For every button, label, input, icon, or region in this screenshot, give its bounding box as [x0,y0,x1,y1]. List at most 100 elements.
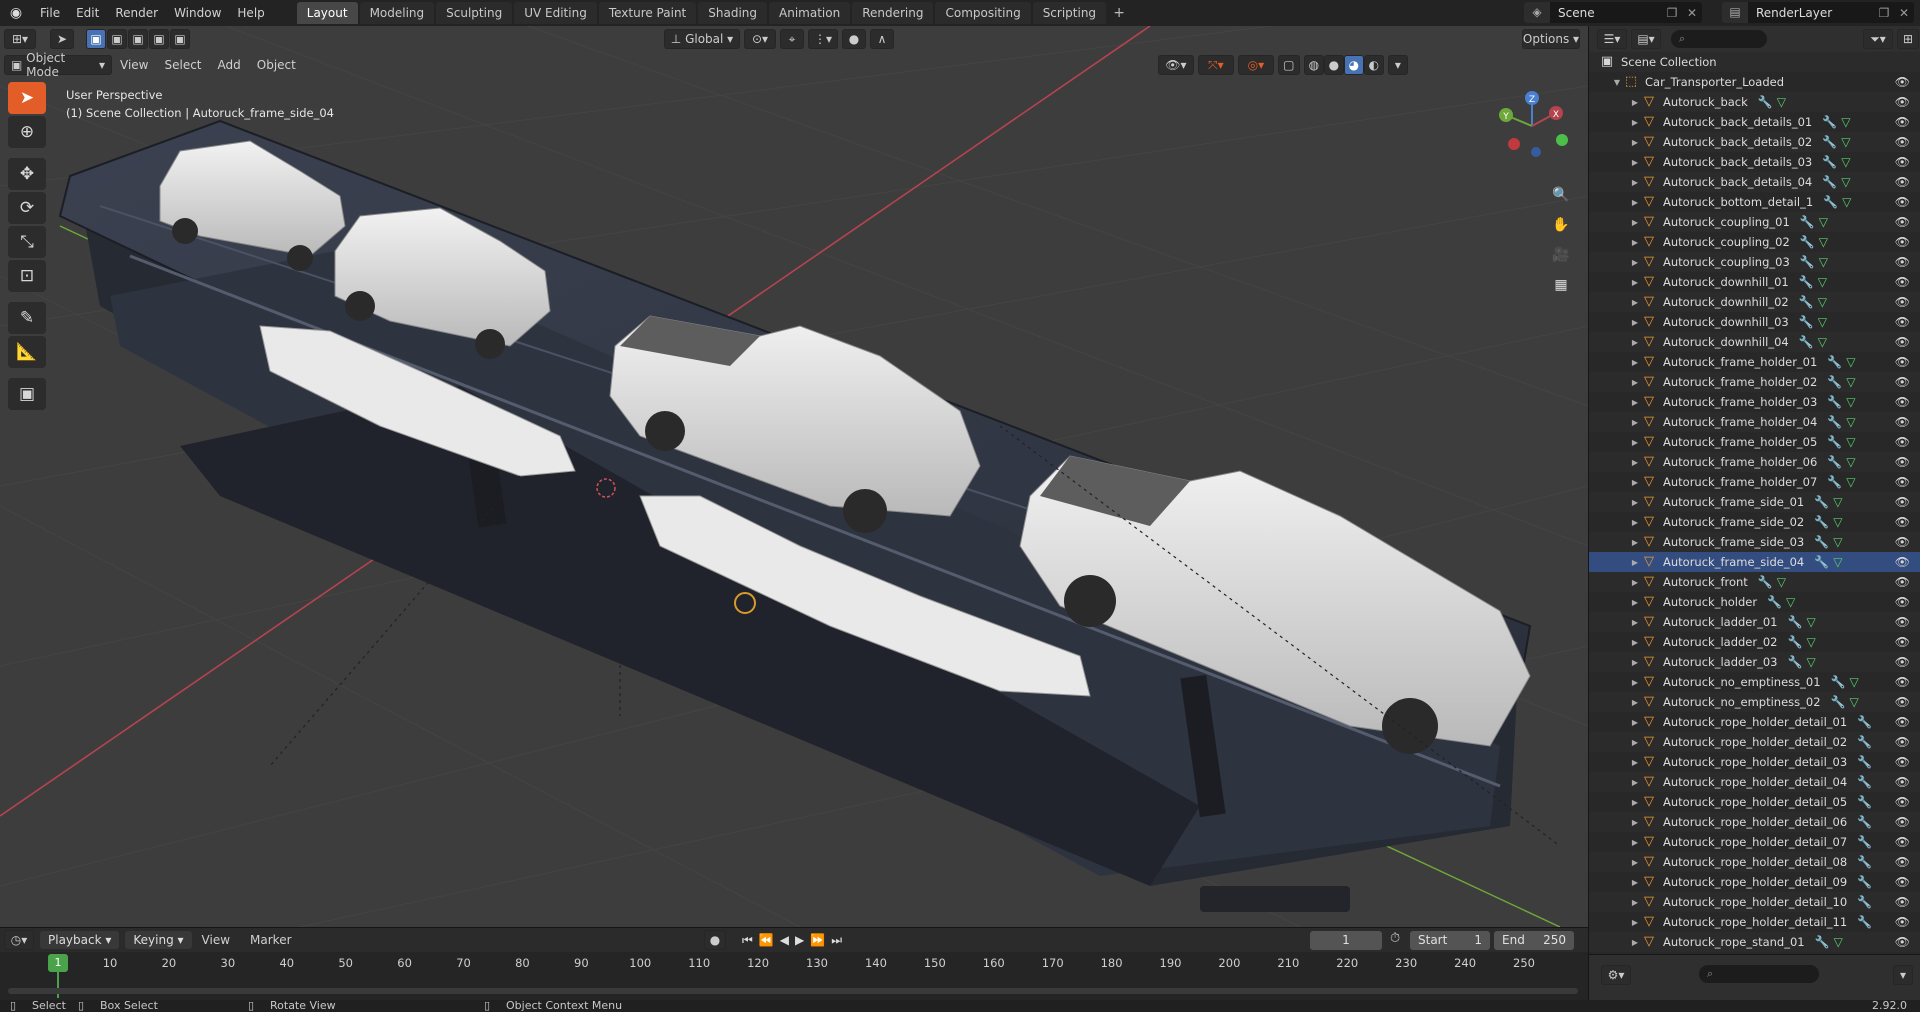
cursor-tool-icon[interactable]: ⊕ [8,116,46,148]
properties-editor-type-icon[interactable]: ⚙▾ [1601,965,1631,985]
eye-icon[interactable]: 👁 [1895,272,1910,292]
mesh-data-icon[interactable]: ▽ [1777,95,1786,109]
expand-arrow-icon[interactable]: ▶ [1629,798,1641,807]
start-frame-field[interactable]: Start 1 [1410,931,1490,950]
tab-uv-editing[interactable]: UV Editing [514,2,597,24]
eye-icon[interactable]: 👁 [1895,112,1910,132]
stopwatch-icon[interactable]: ⏱ [1390,931,1400,946]
eye-icon[interactable]: 👁 [1895,172,1910,192]
modifier-wrench-icon[interactable]: 🔧 [1857,915,1872,929]
mesh-data-icon[interactable]: ▽ [1819,255,1828,269]
expand-arrow-icon[interactable]: ▶ [1629,758,1641,767]
shading-solid-icon[interactable]: ● [1323,55,1344,75]
menu-timeline-view[interactable]: View [192,933,240,947]
end-frame-field[interactable]: End 250 [1494,931,1574,950]
mesh-data-icon[interactable]: ▽ [1841,155,1850,169]
eye-icon[interactable]: 👁 [1895,152,1910,172]
expand-arrow-icon[interactable]: ▶ [1629,198,1641,207]
outliner-item[interactable]: ▶ ▽ Autoruck_bottom_detail_1 🔧 ▽ 👁 [1589,192,1920,212]
expand-arrow-icon[interactable]: ▶ [1629,858,1641,867]
mesh-data-icon[interactable]: ▽ [1846,375,1855,389]
expand-arrow-icon[interactable]: ▶ [1629,618,1641,627]
playhead-frame-indicator[interactable]: 1 [48,954,68,972]
select-mode-invert-icon[interactable]: ▣ [149,29,169,49]
tab-sculpting[interactable]: Sculpting [436,2,513,24]
object-mode-dropdown[interactable]: ▣ Object Mode ▾ [4,51,112,79]
shading-wireframe-icon[interactable]: ◍ [1303,55,1324,75]
auto-keying-icon[interactable]: ● [704,930,726,950]
modifier-wrench-icon[interactable]: 🔧 [1799,335,1814,349]
shading-material-icon[interactable]: ◕ [1343,55,1364,75]
eye-icon[interactable]: 👁 [1895,552,1910,572]
proportional-edit-icon[interactable]: ● [842,29,866,49]
select-tool-icon[interactable]: ➤ [50,29,74,49]
modifier-wrench-icon[interactable]: 🔧 [1800,235,1815,249]
scene-collection-row[interactable]: ▣ Scene Collection [1589,52,1920,72]
outliner-item[interactable]: ▶ ▽ Autoruck_rope_holder_detail_03 🔧 👁 [1589,752,1920,772]
outliner-item[interactable]: ▶ ▽ Autoruck_downhill_03 🔧 ▽ 👁 [1589,312,1920,332]
modifier-wrench-icon[interactable]: 🔧 [1822,155,1837,169]
outliner-item[interactable]: ▶ ▽ Autoruck_no_emptiness_01 🔧 ▽ 👁 [1589,672,1920,692]
outliner-item[interactable]: ▶ ▽ Autoruck_ladder_02 🔧 ▽ 👁 [1589,632,1920,652]
modifier-wrench-icon[interactable]: 🔧 [1857,875,1872,889]
mesh-data-icon[interactable]: ▽ [1846,415,1855,429]
eye-icon[interactable]: 👁 [1895,412,1910,432]
menu-render[interactable]: Render [107,0,166,26]
mesh-data-icon[interactable]: ▽ [1841,135,1850,149]
eye-icon[interactable]: 👁 [1895,432,1910,452]
outliner-item[interactable]: ▶ ▽ Autoruck_downhill_02 🔧 ▽ 👁 [1589,292,1920,312]
outliner-item[interactable]: ▶ ▽ Autoruck_frame_side_03 🔧 ▽ 👁 [1589,532,1920,552]
outliner-item[interactable]: ▶ ▽ Autoruck_frame_holder_03 🔧 ▽ 👁 [1589,392,1920,412]
transform-tool-icon[interactable]: ⊡ [8,260,46,292]
transform-orientation-dropdown[interactable]: ⊥ Global ▾ [664,29,740,49]
modifier-wrench-icon[interactable]: 🔧 [1822,115,1837,129]
modifier-wrench-icon[interactable]: 🔧 [1787,655,1802,669]
mesh-data-icon[interactable]: ▽ [1818,335,1827,349]
eye-icon[interactable]: 👁 [1895,752,1910,772]
3d-viewport[interactable]: ⊞▾ ➤ ▣ ▣ ▣ ▣ ▣ ⊥ Global ▾ ⊙▾ ⌖ ⋮▾ ● ∧ Op… [0,26,1588,927]
outliner-item[interactable]: ▶ ▽ Autoruck_back_details_02 🔧 ▽ 👁 [1589,132,1920,152]
outliner-item[interactable]: ▶ ▽ Autoruck_frame_side_01 🔧 ▽ 👁 [1589,492,1920,512]
modifier-wrench-icon[interactable]: 🔧 [1823,195,1838,209]
eye-icon[interactable]: 👁 [1895,852,1910,872]
outliner-item[interactable]: ▶ ▽ Autoruck_front 🔧 ▽ 👁 [1589,572,1920,592]
outliner-item[interactable]: ▶ ▽ Autoruck_downhill_04 🔧 ▽ 👁 [1589,332,1920,352]
expand-arrow-icon[interactable]: ▶ [1629,938,1641,947]
eye-icon[interactable]: 👁 [1895,832,1910,852]
modifier-wrench-icon[interactable]: 🔧 [1758,95,1773,109]
tab-modeling[interactable]: Modeling [359,2,435,24]
eye-icon[interactable]: 👁 [1895,652,1910,672]
add-cube-tool-icon[interactable]: ▣ [8,378,46,410]
tab-layout[interactable]: Layout [296,2,358,24]
eye-icon[interactable]: 👁 [1895,572,1910,592]
view-layer-selector[interactable]: ▤ RenderLayer ❐ ✕ [1722,2,1914,23]
expand-arrow-icon[interactable]: ▶ [1629,218,1641,227]
expand-arrow-icon[interactable]: ▶ [1629,778,1641,787]
annotate-tool-icon[interactable]: ✎ [8,302,46,334]
modifier-wrench-icon[interactable]: 🔧 [1857,855,1872,869]
viewport-scene-canvas[interactable] [0,26,1588,927]
mesh-data-icon[interactable]: ▽ [1846,435,1855,449]
expand-arrow-icon[interactable]: ▶ [1629,638,1641,647]
play-icon[interactable]: ▶ [795,933,804,948]
eye-icon[interactable]: 👁 [1895,352,1910,372]
tab-rendering[interactable]: Rendering [852,2,934,24]
mesh-data-icon[interactable]: ▽ [1833,535,1842,549]
mesh-data-icon[interactable]: ▽ [1806,635,1815,649]
eye-icon[interactable]: 👁 [1895,372,1910,392]
modifier-wrench-icon[interactable]: 🔧 [1799,315,1814,329]
select-mode-extend-icon[interactable]: ▣ [107,29,127,49]
mesh-data-icon[interactable]: ▽ [1846,475,1855,489]
modifier-wrench-icon[interactable]: 🔧 [1857,775,1872,789]
menu-select[interactable]: Select [156,58,209,72]
expand-arrow-icon[interactable]: ▶ [1629,518,1641,527]
select-mode-subtract-icon[interactable]: ▣ [128,29,148,49]
expand-arrow-icon[interactable]: ▶ [1629,178,1641,187]
mesh-data-icon[interactable]: ▽ [1819,215,1828,229]
eye-icon[interactable]: 👁 [1895,772,1910,792]
tab-scripting[interactable]: Scripting [1032,2,1107,24]
outliner-item[interactable]: ▶ ▽ Autoruck_back 🔧 ▽ 👁 [1589,92,1920,112]
mesh-data-icon[interactable]: ▽ [1777,575,1786,589]
modifier-wrench-icon[interactable]: 🔧 [1857,815,1872,829]
outliner-item[interactable]: ▶ ▽ Autoruck_rope_holder_detail_08 🔧 👁 [1589,852,1920,872]
